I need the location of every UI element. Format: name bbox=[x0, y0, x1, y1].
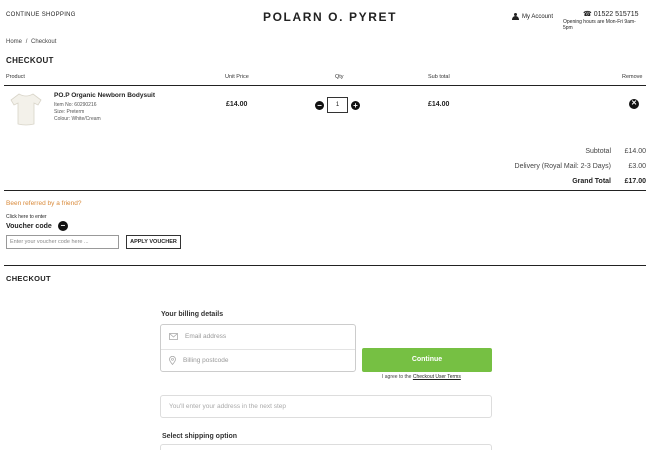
line-subtotal: £14.00 bbox=[428, 101, 450, 108]
remove-icon[interactable]: ✕ bbox=[629, 99, 639, 109]
opening-hours: Opening hours are Mon-Fri 9am-5pm bbox=[563, 19, 636, 31]
checkout-section-title: CHECKOUT bbox=[6, 274, 51, 283]
shipping-title: Select shipping option bbox=[162, 433, 238, 440]
shipping-options-box[interactable] bbox=[160, 444, 492, 450]
my-account-link[interactable]: My Account bbox=[512, 13, 553, 20]
address-note-field: You'll enter your address in the next st… bbox=[160, 395, 492, 418]
user-icon bbox=[512, 13, 519, 20]
billing-title: Your billing details bbox=[161, 311, 224, 318]
product-name[interactable]: PO.P Organic Newborn Bodysuit bbox=[54, 92, 155, 99]
billing-fields: Email address Billing postcode bbox=[160, 324, 356, 372]
col-product: Product bbox=[6, 74, 25, 80]
col-qty: Qty bbox=[335, 74, 344, 80]
unit-price: £14.00 bbox=[226, 101, 248, 108]
breadcrumb: Home / Checkout bbox=[6, 39, 56, 45]
site-logo[interactable]: POLARN O. PYRET bbox=[0, 10, 660, 24]
col-unit-price: Unit Price bbox=[225, 74, 249, 80]
voucher-hint: Click here to enter bbox=[6, 214, 47, 220]
delivery-value: £3.00 bbox=[628, 163, 646, 170]
breadcrumb-separator: / bbox=[25, 39, 28, 45]
voucher-code-input[interactable]: Enter your voucher code here ... bbox=[6, 235, 119, 249]
product-size: Size: Preterm bbox=[54, 109, 85, 115]
delivery-label: Delivery (Royal Mail: 2-3 Days) bbox=[514, 163, 611, 170]
totals-divider bbox=[4, 190, 646, 191]
email-placeholder: Email address bbox=[185, 333, 227, 340]
quantity-input[interactable]: 1 bbox=[327, 97, 348, 113]
voucher-toggle[interactable]: Voucher code − bbox=[6, 221, 68, 231]
phone-icon: ☎ bbox=[583, 11, 592, 18]
minus-icon[interactable]: − bbox=[315, 100, 324, 110]
subtotal-label: Subtotal bbox=[585, 148, 611, 155]
subtotal-value: £14.00 bbox=[624, 148, 646, 155]
minus-icon[interactable]: − bbox=[57, 221, 68, 231]
plus-icon[interactable]: + bbox=[351, 100, 360, 110]
phone-contact: ☎ 01522 515715 Opening hours are Mon-Fri… bbox=[563, 10, 660, 32]
page-title: CHECKOUT bbox=[6, 56, 54, 65]
agree-prefix: I agree to the bbox=[382, 374, 412, 380]
continue-button[interactable]: Continue bbox=[362, 348, 492, 372]
col-remove: Remove bbox=[622, 74, 643, 80]
mail-icon bbox=[169, 333, 178, 340]
breadcrumb-current: Checkout bbox=[31, 39, 57, 45]
col-subtotal: Sub total bbox=[428, 74, 450, 80]
product-image[interactable] bbox=[10, 91, 42, 127]
email-field[interactable]: Email address bbox=[169, 333, 226, 340]
terms-agreement: I agree to the Checkout User Terms bbox=[382, 374, 461, 380]
product-meta: Item No: 60290216 Size: Preterm Colour: … bbox=[54, 102, 101, 123]
product-colour: Colour: White/Cream bbox=[54, 116, 101, 122]
grand-total-label: Grand Total bbox=[572, 178, 611, 185]
quantity-stepper: − 1 + bbox=[315, 97, 360, 113]
checkout-terms-link[interactable]: Checkout User Terms bbox=[413, 374, 461, 380]
grand-total-value: £17.00 bbox=[624, 178, 646, 185]
product-item-no: Item No: 60290216 bbox=[54, 102, 97, 108]
postcode-placeholder: Billing postcode bbox=[183, 357, 229, 364]
table-header-divider bbox=[4, 85, 646, 86]
phone-number: 01522 515715 bbox=[593, 10, 639, 18]
postcode-field[interactable]: Billing postcode bbox=[169, 356, 229, 365]
apply-voucher-button[interactable]: APPLY VOUCHER bbox=[126, 235, 181, 249]
breadcrumb-home[interactable]: Home bbox=[6, 39, 22, 45]
field-divider bbox=[161, 349, 355, 350]
location-pin-icon bbox=[169, 356, 176, 365]
voucher-title: Voucher code bbox=[6, 222, 52, 230]
my-account-label: My Account bbox=[522, 13, 554, 20]
section-divider bbox=[4, 265, 646, 266]
referral-link[interactable]: Been referred by a friend? bbox=[6, 200, 82, 207]
